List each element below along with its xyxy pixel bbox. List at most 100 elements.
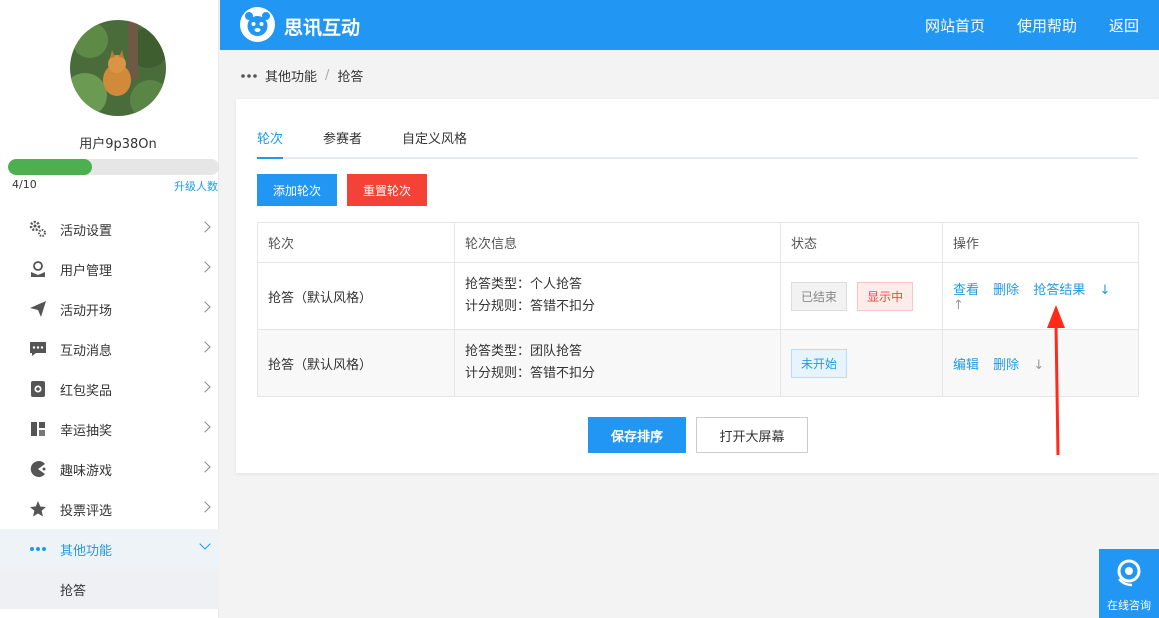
round-score-rule: 计分规则：答错不扣分 (465, 299, 596, 314)
user-manage-icon (28, 259, 48, 279)
table-row: 抢答（默认风格） 抢答类型：个人抢答 计分规则：答错不扣分 已结束 显示中 查看… (257, 262, 1139, 330)
move-down-icon[interactable]: ↓ (1033, 358, 1044, 373)
add-round-button[interactable]: 添加轮次 (257, 174, 337, 206)
status-badge-showing[interactable]: 显示中 (857, 281, 914, 311)
round-type: 抢答类型：团队抢答 (465, 344, 583, 359)
tab-bar: 轮次 参赛者 自定义风格 (257, 128, 1138, 159)
chat-bubble-icon (28, 339, 48, 359)
sidebar-item-voting[interactable]: 投票评选 (0, 489, 219, 529)
round-type: 抢答类型：个人抢答 (465, 277, 583, 292)
breadcrumb: 其他功能 / 抢答 (241, 66, 363, 85)
sidebar-item-label: 活动设置 (60, 223, 113, 239)
chevron-right-icon (199, 301, 211, 313)
sidebar-item-label: 活动开场 (60, 303, 113, 319)
round-status: 未开始 (780, 329, 943, 397)
top-header: 思讯互动 网站首页 使用帮助 返回 (220, 0, 1159, 50)
headset-icon (1114, 557, 1144, 593)
breadcrumb-parent[interactable]: 其他功能 (265, 66, 317, 85)
delete-link[interactable]: 删除 (993, 283, 1019, 298)
tab-rounds[interactable]: 轮次 (257, 128, 284, 159)
chevron-right-icon (199, 381, 211, 393)
sidebar-item-label: 投票评选 (60, 503, 113, 519)
move-up-icon[interactable]: ↑ (953, 298, 964, 313)
sidebar-item-label: 用户管理 (60, 263, 113, 279)
sidebar-item-label: 趣味游戏 (60, 463, 113, 479)
sidebar-item-fun-games[interactable]: 趣味游戏 (0, 449, 219, 489)
col-header-status: 状态 (780, 222, 943, 263)
table-row: 抢答（默认风格） 抢答类型：团队抢答 计分规则：答错不扣分 未开始 编辑 删除 … (257, 329, 1139, 397)
reset-round-button[interactable]: 重置轮次 (347, 174, 427, 206)
round-score-rule: 计分规则：答错不扣分 (465, 366, 596, 381)
main-panel: 轮次 参赛者 自定义风格 添加轮次 重置轮次 轮次 轮次信息 状态 操作 抢答（… (236, 99, 1159, 473)
edit-link[interactable]: 编辑 (953, 358, 979, 373)
breadcrumb-separator: / (325, 68, 330, 83)
sidebar-item-activity-opening[interactable]: 活动开场 (0, 289, 219, 329)
user-avatar[interactable] (70, 20, 166, 116)
answer-results-link[interactable]: 抢答结果 (1033, 283, 1085, 298)
status-badge-ended[interactable]: 已结束 (791, 281, 848, 311)
delete-link[interactable]: 删除 (993, 358, 1019, 373)
sidebar-item-other-functions[interactable]: 其他功能 (0, 529, 219, 569)
save-order-button[interactable]: 保存排序 (588, 417, 686, 453)
rounds-table: 轮次 轮次信息 状态 操作 抢答（默认风格） 抢答类型：个人抢答 计分规则：答错… (257, 222, 1139, 397)
top-nav: 网站首页 使用帮助 返回 (925, 0, 1139, 50)
nav-back-link[interactable]: 返回 (1109, 15, 1139, 36)
star-icon (28, 499, 48, 519)
sidebar-item-label: 其他功能 (60, 543, 113, 559)
breadcrumb-current: 抢答 (337, 70, 364, 85)
view-link[interactable]: 查看 (953, 283, 979, 298)
chevron-right-icon (199, 461, 211, 473)
nav-help-link[interactable]: 使用帮助 (1017, 15, 1077, 36)
chevron-right-icon (199, 221, 211, 233)
col-header-actions: 操作 (942, 222, 1139, 263)
round-name: 抢答（默认风格） (257, 329, 455, 397)
chevron-right-icon (199, 501, 211, 513)
game-icon (28, 459, 48, 479)
round-info: 抢答类型：团队抢答 计分规则：答错不扣分 (454, 329, 781, 397)
sidebar-item-activity-settings[interactable]: 活动设置 (0, 209, 219, 249)
sidebar-item-lucky-draw[interactable]: 幸运抽奖 (0, 409, 219, 449)
round-actions: 编辑 删除 ↓ (942, 329, 1139, 397)
col-header-info: 轮次信息 (454, 222, 781, 263)
brand-name: 思讯互动 (284, 17, 361, 39)
upgrade-link[interactable]: 升级人数 (174, 178, 218, 194)
progress-count: 4/10 (12, 178, 37, 191)
online-consult-widget[interactable]: 在线咨询 (1099, 549, 1159, 618)
chevron-right-icon (199, 341, 211, 353)
chevron-down-icon (199, 538, 211, 550)
sidebar-menu: 活动设置 用户管理 活动开场 互动消息 红包奖品 幸运抽奖 趣味游戏 投票评选 … (0, 209, 219, 609)
move-down-icon[interactable]: ↓ (1099, 283, 1110, 298)
tab-custom-style[interactable]: 自定义风格 (402, 128, 467, 159)
submenu-item-quick-answer[interactable]: 抢答 (0, 569, 219, 609)
sidebar-item-interactive-messages[interactable]: 互动消息 (0, 329, 219, 369)
more-dots-icon (28, 539, 48, 559)
table-header-row: 轮次 轮次信息 状态 操作 (257, 222, 1139, 263)
logo-icon (240, 7, 275, 42)
round-info: 抢答类型：个人抢答 计分规则：答错不扣分 (454, 262, 781, 330)
username: 用户9p38On (79, 137, 157, 152)
tab-participants[interactable]: 参赛者 (323, 128, 362, 159)
chevron-right-icon (199, 421, 211, 433)
sidebar-item-label: 互动消息 (60, 343, 113, 359)
lottery-icon (28, 419, 48, 439)
red-packet-icon (28, 379, 48, 399)
status-badge-not-started[interactable]: 未开始 (791, 348, 848, 378)
round-actions: 查看 删除 抢答结果 ↓ ↑ (942, 262, 1139, 330)
nav-home-link[interactable]: 网站首页 (925, 15, 985, 36)
sidebar-item-label: 红包奖品 (60, 383, 113, 399)
chevron-right-icon (199, 261, 211, 273)
consult-label: 在线咨询 (1107, 599, 1151, 612)
sidebar-item-red-packet-prizes[interactable]: 红包奖品 (0, 369, 219, 409)
col-header-round: 轮次 (257, 222, 455, 263)
sidebar-item-label: 幸运抽奖 (60, 423, 113, 439)
level-progress-bar (8, 159, 219, 175)
level-progress-fill (8, 159, 93, 175)
round-status: 已结束 显示中 (780, 262, 943, 330)
gear-icon (28, 219, 48, 239)
paper-plane-icon (28, 299, 48, 319)
round-name: 抢答（默认风格） (257, 262, 455, 330)
more-dots-icon (241, 68, 257, 83)
sidebar: 用户9p38On 4/10 升级人数 活动设置 用户管理 活动开场 互动消息 红… (0, 0, 219, 618)
sidebar-item-user-management[interactable]: 用户管理 (0, 249, 219, 289)
open-big-screen-button[interactable]: 打开大屏幕 (696, 417, 808, 453)
